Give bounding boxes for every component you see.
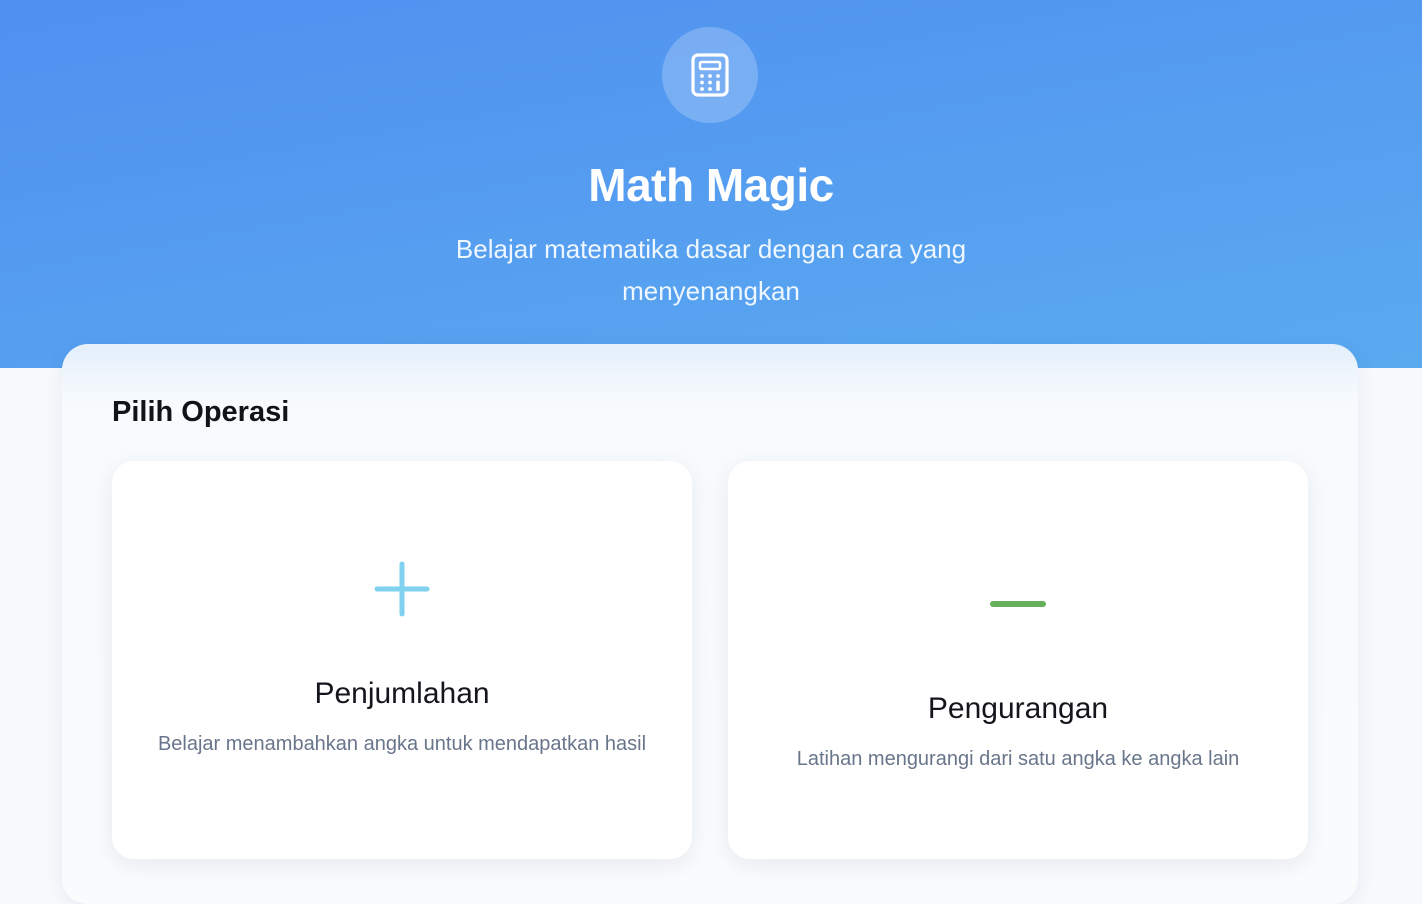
- logo-badge: [662, 27, 758, 123]
- subtraction-title: Pengurangan: [927, 692, 1109, 725]
- addition-description: Belajar menambahkan angka untuk mendapat…: [157, 733, 647, 755]
- minus-icon: [990, 601, 1046, 607]
- hero-header: Math Magic Belajar matematika dasar deng…: [0, 0, 1422, 368]
- addition-title: Penjumlahan: [314, 677, 490, 710]
- plus-icon: [374, 561, 430, 617]
- section-title: Pilih Operasi: [112, 396, 290, 428]
- operations-panel: Pilih Operasi Penjumlahan Belajar menamb…: [62, 344, 1358, 904]
- addition-card[interactable]: Penjumlahan Belajar menambahkan angka un…: [112, 461, 692, 859]
- subtraction-card[interactable]: Pengurangan Latihan mengurangi dari satu…: [728, 461, 1308, 859]
- app-subtitle: Belajar matematika dasar dengan cara yan…: [455, 234, 967, 306]
- calculator-icon: [691, 53, 729, 97]
- subtraction-description: Latihan mengurangi dari satu angka ke an…: [796, 748, 1240, 770]
- app-title: Math Magic: [588, 159, 834, 211]
